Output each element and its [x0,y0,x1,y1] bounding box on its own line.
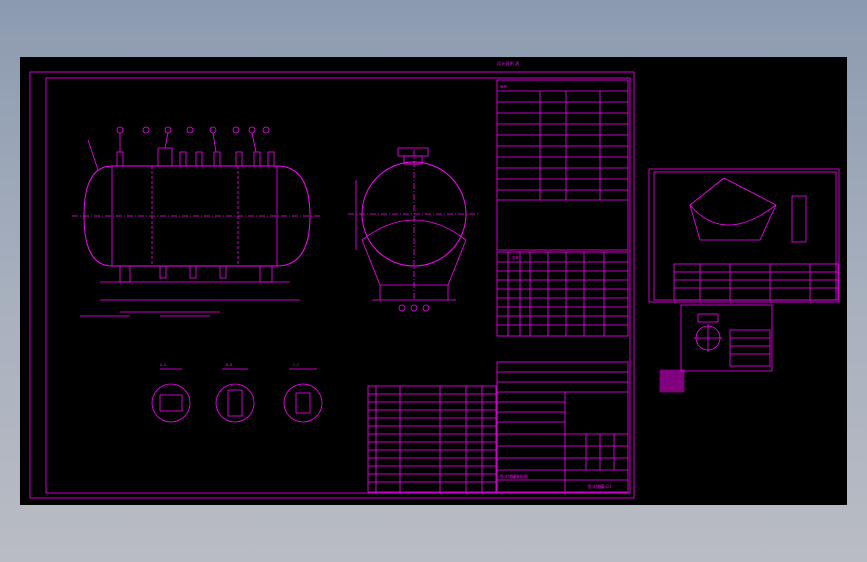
cad-drawing-canvas: A—A B—B C—C 卧式储罐装配图 卧式储罐-01 序号 名称 [29,71,840,499]
section-view-label-c: C—C [293,363,299,367]
title-block-drawing-no: 卧式储罐-01 [588,483,612,489]
section-view-label-a: A—A [160,363,167,367]
spec-header-1: 序号 [500,84,508,89]
detail-sheet [659,304,773,393]
section-view-label-b: B—B [226,363,232,367]
design-spec-table [496,79,629,251]
parts-list-table [367,385,497,493]
vessel-front-view [72,126,320,317]
nozzle-table [496,251,629,337]
sheet-inner-frame [45,77,631,494]
secondary-sheet [648,168,840,303]
title-block-drawing-name: 卧式储罐装配图 [500,473,528,479]
section-details [151,368,323,423]
nozzle-table-header: 名称 [512,255,520,260]
title-block [496,361,629,493]
vessel-end-view [348,147,480,312]
